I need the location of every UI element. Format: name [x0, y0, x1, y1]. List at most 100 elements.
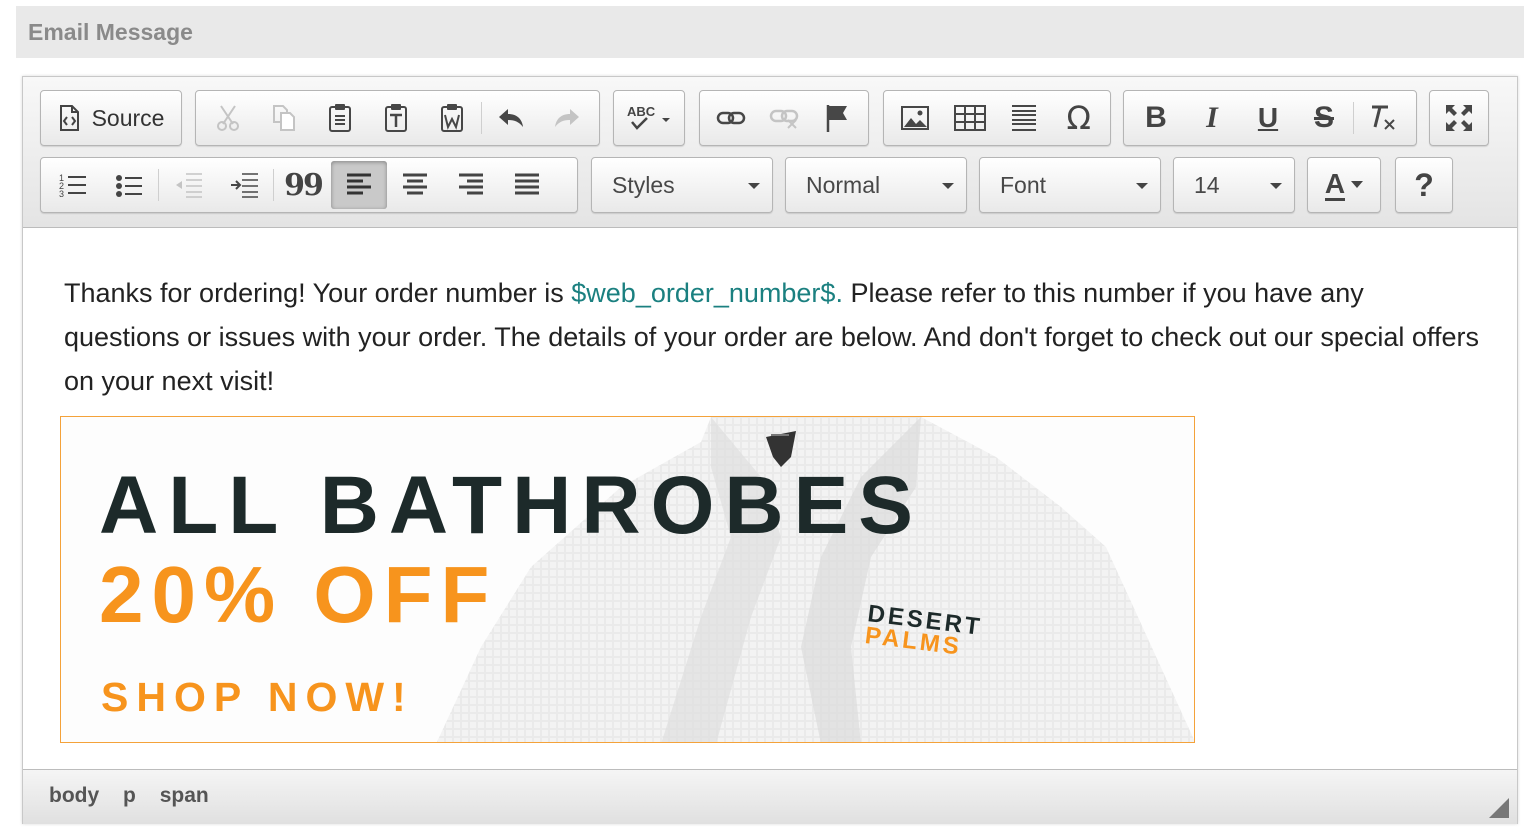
quote-icon: 99	[284, 167, 324, 203]
unlink-button[interactable]	[757, 94, 810, 142]
text-color-icon: A	[1324, 167, 1346, 201]
styles-dropdown[interactable]: Styles	[591, 157, 773, 213]
underline-button[interactable]: U	[1240, 94, 1296, 142]
promo-banner-image[interactable]: ALL BATHROBES 20% OFF SHOP NOW! DESERT P…	[60, 416, 1195, 743]
clipboard-icon	[329, 104, 351, 132]
banner-cta: SHOP NOW!	[101, 674, 414, 720]
paragraph-group: 1 2 3 99	[40, 157, 578, 213]
banner-discount: 20% OFF	[99, 550, 498, 639]
paste-text-button[interactable]	[368, 94, 424, 142]
insert-group: Ω	[883, 90, 1111, 146]
maximize-group	[1429, 90, 1489, 146]
strikethrough-icon: S	[1313, 101, 1334, 134]
redo-button[interactable]	[539, 94, 595, 142]
maximize-icon	[1446, 105, 1472, 131]
chevron-down-icon	[1351, 181, 1364, 188]
svg-text:ABC: ABC	[627, 104, 656, 119]
omega-icon: Ω	[1066, 99, 1091, 137]
link-button[interactable]	[704, 94, 757, 142]
source-label: Source	[91, 104, 165, 131]
strikethrough-button[interactable]: S	[1296, 94, 1352, 142]
spellcheck-button[interactable]: ABC	[618, 94, 680, 142]
special-char-button[interactable]: Ω	[1052, 94, 1107, 142]
bulleted-list-icon	[116, 175, 142, 197]
undo-icon	[499, 109, 523, 127]
body-text-intro: Thanks for ordering! Your order number i…	[64, 278, 572, 308]
section-title: Email Message	[28, 19, 193, 45]
anchor-button[interactable]	[811, 94, 864, 142]
cut-button[interactable]	[200, 94, 256, 142]
copy-button[interactable]	[256, 94, 312, 142]
help-group: ?	[1395, 157, 1453, 213]
image-button[interactable]	[888, 94, 943, 142]
table-button[interactable]	[943, 94, 998, 142]
format-dropdown[interactable]: Normal	[785, 157, 967, 213]
help-icon: ?	[1414, 166, 1434, 203]
font-size-value: 14	[1194, 172, 1220, 198]
chevron-down-icon	[748, 183, 760, 189]
indent-icon	[231, 173, 258, 198]
editor-content-area[interactable]: Thanks for ordering! Your order number i…	[23, 229, 1517, 767]
help-button[interactable]: ?	[1400, 161, 1448, 209]
source-button[interactable]: Source	[45, 94, 177, 142]
styles-value: Styles	[612, 172, 675, 198]
path-item-body[interactable]: body	[49, 784, 99, 807]
bold-button[interactable]: B	[1128, 94, 1184, 142]
undo-button[interactable]	[483, 94, 539, 142]
chevron-down-icon	[1270, 183, 1282, 189]
scissors-icon	[217, 105, 239, 131]
separator	[273, 169, 274, 201]
path-item-span[interactable]: span	[160, 784, 209, 807]
underline-icon: U	[1257, 102, 1279, 133]
paste-text-icon	[385, 104, 407, 132]
element-path-bar: body p span	[23, 769, 1517, 824]
maximize-button[interactable]	[1434, 94, 1484, 142]
outdent-icon	[176, 173, 202, 198]
resize-handle-icon[interactable]	[1489, 798, 1509, 818]
paste-word-button[interactable]	[424, 94, 480, 142]
link-icon	[716, 111, 745, 125]
horizontal-line-button[interactable]	[997, 94, 1052, 142]
numbered-list-button[interactable]: 1 2 3	[45, 161, 101, 209]
horizontal-line-icon	[1012, 105, 1037, 131]
align-right-icon	[459, 173, 483, 195]
numbered-list-icon: 1 2 3	[59, 173, 86, 198]
blockquote-button[interactable]: 99	[275, 161, 331, 209]
svg-text:3: 3	[59, 189, 64, 198]
align-center-button[interactable]	[387, 161, 443, 209]
banner-headline: ALL BATHROBES	[99, 460, 923, 551]
italic-button[interactable]: I	[1184, 94, 1240, 142]
bulleted-list-button[interactable]	[101, 161, 157, 209]
source-icon	[59, 105, 79, 131]
align-center-icon	[403, 173, 427, 195]
align-left-button[interactable]	[331, 161, 387, 209]
source-group: Source	[40, 90, 182, 146]
basic-styles-group: B I U S	[1123, 90, 1417, 146]
path-item-p[interactable]: p	[123, 784, 136, 807]
redo-icon	[555, 109, 579, 127]
editor-toolbar: Source ABC Ω B I U S 1 2 3 99 Styles Nor…	[23, 77, 1517, 228]
unlink-icon	[769, 109, 799, 129]
font-size-dropdown[interactable]: 14	[1173, 157, 1295, 213]
text-color-button[interactable]: A	[1312, 161, 1376, 209]
chevron-down-icon	[942, 183, 954, 189]
align-left-icon	[347, 173, 371, 195]
rich-text-editor: Source ABC Ω B I U S 1 2 3 99 Styles Nor…	[22, 76, 1518, 824]
font-dropdown[interactable]: Font	[979, 157, 1161, 213]
link-group	[699, 90, 869, 146]
remove-format-button[interactable]	[1355, 94, 1411, 142]
justify-button[interactable]	[499, 161, 555, 209]
copy-icon	[273, 105, 295, 131]
indent-button[interactable]	[216, 161, 272, 209]
paste-button[interactable]	[312, 94, 368, 142]
table-icon	[953, 105, 986, 131]
separator	[481, 102, 482, 134]
body-paragraph: Thanks for ordering! Your order number i…	[64, 271, 1484, 403]
order-number-variable: $web_order_number$.	[571, 278, 843, 308]
format-value: Normal	[806, 172, 881, 198]
align-right-button[interactable]	[443, 161, 499, 209]
text-color-group: A	[1307, 157, 1381, 213]
separator	[1353, 102, 1354, 134]
outdent-button[interactable]	[160, 161, 216, 209]
image-icon	[901, 106, 930, 130]
